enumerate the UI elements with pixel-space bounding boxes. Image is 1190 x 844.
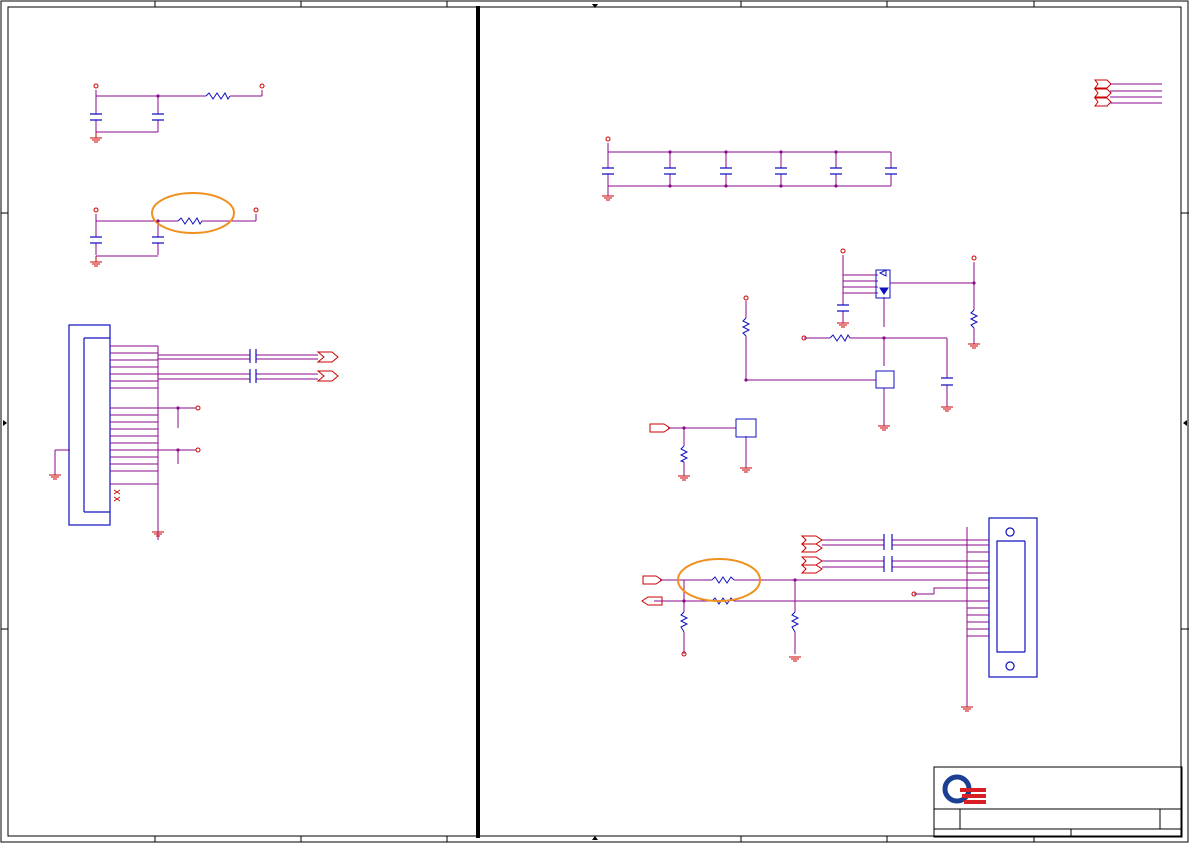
zone-arrows <box>3 4 1187 840</box>
ground-2 <box>90 256 102 267</box>
resistor-r1 <box>205 92 231 100</box>
sheet-frame <box>0 0 1189 843</box>
capacitors-c1 <box>90 113 164 121</box>
connector-right-ports <box>641 535 917 657</box>
decap-capacitors <box>602 167 897 175</box>
company-logo-icon <box>942 774 986 804</box>
series-resistors <box>679 576 800 633</box>
port-bundle-top-right <box>1094 79 1162 107</box>
connector-left-caps <box>249 349 257 383</box>
schematic-sheet <box>0 0 1189 843</box>
connector-left-nc-marks <box>113 489 121 502</box>
decap-bank <box>605 136 892 196</box>
power-switch-wires <box>668 248 977 476</box>
grounds-connector-right <box>789 656 973 712</box>
ground-1 <box>90 132 102 143</box>
connector-right-wires <box>654 527 989 707</box>
junction-dots <box>156 94 976 603</box>
highlight-ellipse-left <box>151 192 235 234</box>
resistor-r2 <box>177 217 203 225</box>
power-switch-components <box>679 269 979 463</box>
connector-right <box>988 517 1038 678</box>
power-switch-ports <box>649 423 671 433</box>
connector-left <box>68 324 111 526</box>
grounds-power-switch <box>678 322 980 481</box>
connector-left-wires <box>54 345 318 540</box>
ground-4 <box>602 195 614 201</box>
capacitors-c2 <box>90 236 164 244</box>
left-net-ports <box>195 351 339 453</box>
rc-filter-1 <box>93 83 265 138</box>
connector-right-caps <box>883 534 893 572</box>
